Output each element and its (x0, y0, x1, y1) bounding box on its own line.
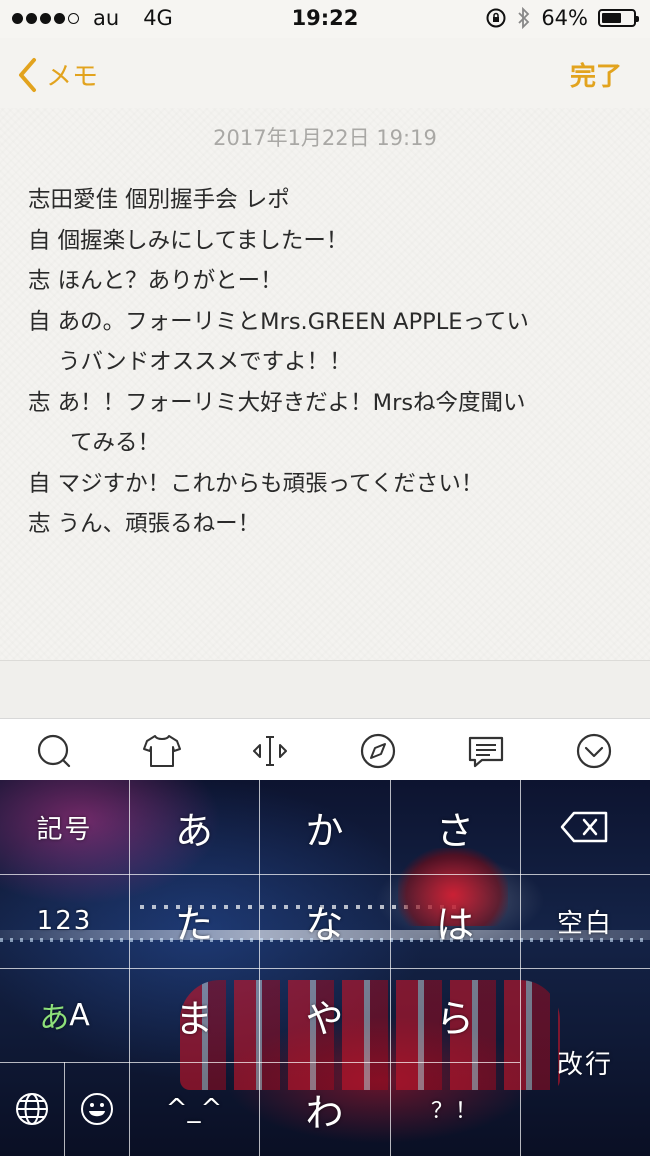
note-line: 自 あの。フォーリミとMrs.GREEN APPLEってい (28, 308, 529, 335)
emoji-key[interactable] (64, 1062, 129, 1156)
input-mode-key[interactable]: あA (0, 968, 129, 1062)
key-wa[interactable]: わ (259, 1062, 390, 1156)
battery-percent: 64% (541, 6, 588, 30)
key-ra[interactable]: ら (390, 968, 520, 1062)
compass-icon (360, 733, 396, 769)
done-button[interactable]: 完了 (570, 56, 622, 93)
backspace-icon (560, 811, 608, 843)
key-sa[interactable]: さ (390, 780, 520, 874)
mode-kana-label: あ (39, 1001, 70, 1036)
back-button[interactable]: メモ (16, 56, 98, 93)
note-line: 志 うん、頑張るねー！ (28, 511, 261, 537)
status-right: 64% (485, 6, 639, 30)
theme-button[interactable] (142, 731, 182, 771)
emoticon-key[interactable]: ^_^ (129, 1062, 259, 1156)
battery-level (602, 13, 621, 23)
navigation-bar: メモ 完了 (0, 38, 650, 108)
message-button[interactable] (466, 731, 506, 771)
key-ma[interactable]: ま (129, 968, 259, 1062)
compass-button[interactable] (358, 731, 398, 771)
key-ta[interactable]: た (129, 874, 259, 968)
search-bubble-icon (37, 734, 71, 768)
battery-icon (598, 9, 639, 27)
keyboard-toolbar (0, 718, 650, 780)
emoji-icon (80, 1093, 113, 1125)
return-key[interactable]: 改行 (520, 968, 650, 1156)
search-bubble-button[interactable] (34, 731, 74, 771)
number-key[interactable]: 123 (0, 874, 129, 968)
note-line: てみる！ (70, 430, 161, 456)
key-na[interactable]: な (259, 874, 390, 968)
globe-key[interactable] (0, 1062, 64, 1156)
note-line: 自 個握楽しみにしてましたー！ (28, 227, 349, 254)
note-line: 志 ほんと？ありがとー！ (28, 268, 283, 294)
status-bar: au 4G 19:22 64% (0, 0, 650, 38)
symbols-key[interactable]: 記号 (0, 780, 129, 874)
back-button-label: メモ (46, 62, 99, 92)
key-ka[interactable]: か (259, 780, 390, 874)
orientation-lock-icon (486, 8, 506, 28)
note-editor[interactable]: 2017年1月22日 19:19 志田愛佳 個別握手会 レポ 自 個握楽しみにし… (0, 108, 650, 660)
key-ya[interactable]: や (259, 968, 390, 1062)
note-line: 自 マジすか！これからも頑張ってください！ (28, 470, 484, 497)
globe-icon (16, 1093, 48, 1125)
keyboard-accessory-gap (0, 660, 650, 718)
shirt-icon (143, 735, 181, 767)
chevron-left-icon (19, 57, 36, 92)
mode-alpha-label: A (69, 997, 90, 1033)
flick-keyboard: 記号 あ か さ 123 た な は 空白 あA ま や ら 改行 ^_^ わ (0, 780, 650, 1156)
message-icon (468, 736, 504, 768)
note-line: 志 あ！！フォーリミ大好きだよ！Mrsね今度聞い (28, 389, 526, 416)
delete-key[interactable] (520, 780, 650, 874)
cursor-move-button[interactable] (250, 731, 290, 771)
cursor-move-icon (253, 736, 287, 766)
note-line: 志田愛佳 個別握手会 レポ (28, 187, 290, 213)
hide-keyboard-button[interactable] (574, 731, 614, 771)
bluetooth-icon (518, 7, 530, 29)
key-ha[interactable]: は (390, 874, 520, 968)
note-body[interactable]: 志田愛佳 個別握手会 レポ 自 個握楽しみにしてましたー！ 志 ほんと？ありがと… (28, 180, 628, 545)
chevron-down-circle-icon (576, 733, 612, 769)
punctuation-key[interactable]: ？！ (390, 1062, 520, 1156)
note-date: 2017年1月22日 19:19 (213, 126, 437, 150)
key-a[interactable]: あ (129, 780, 259, 874)
space-key[interactable]: 空白 (520, 874, 650, 968)
note-line: うバンドオススメですよ！！ (58, 349, 352, 375)
